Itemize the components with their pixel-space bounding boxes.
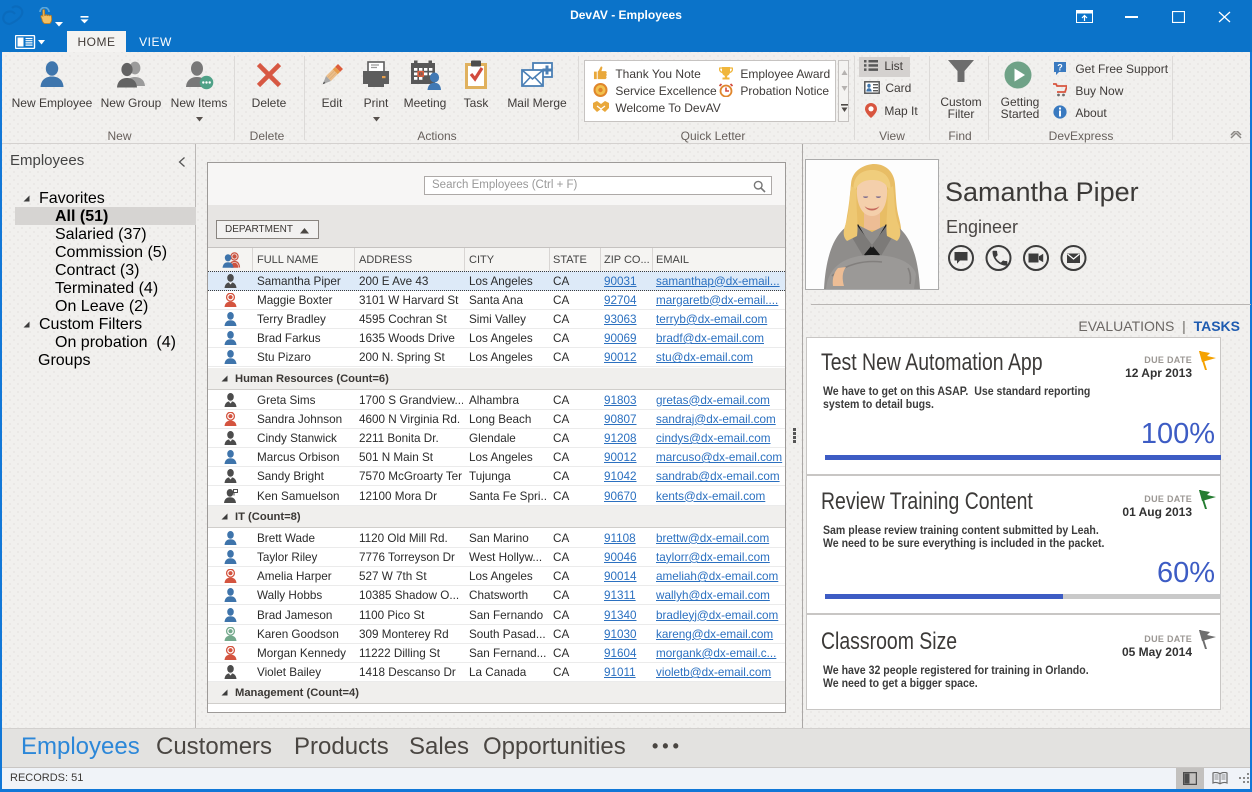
svg-text:?: ? bbox=[1057, 63, 1063, 73]
